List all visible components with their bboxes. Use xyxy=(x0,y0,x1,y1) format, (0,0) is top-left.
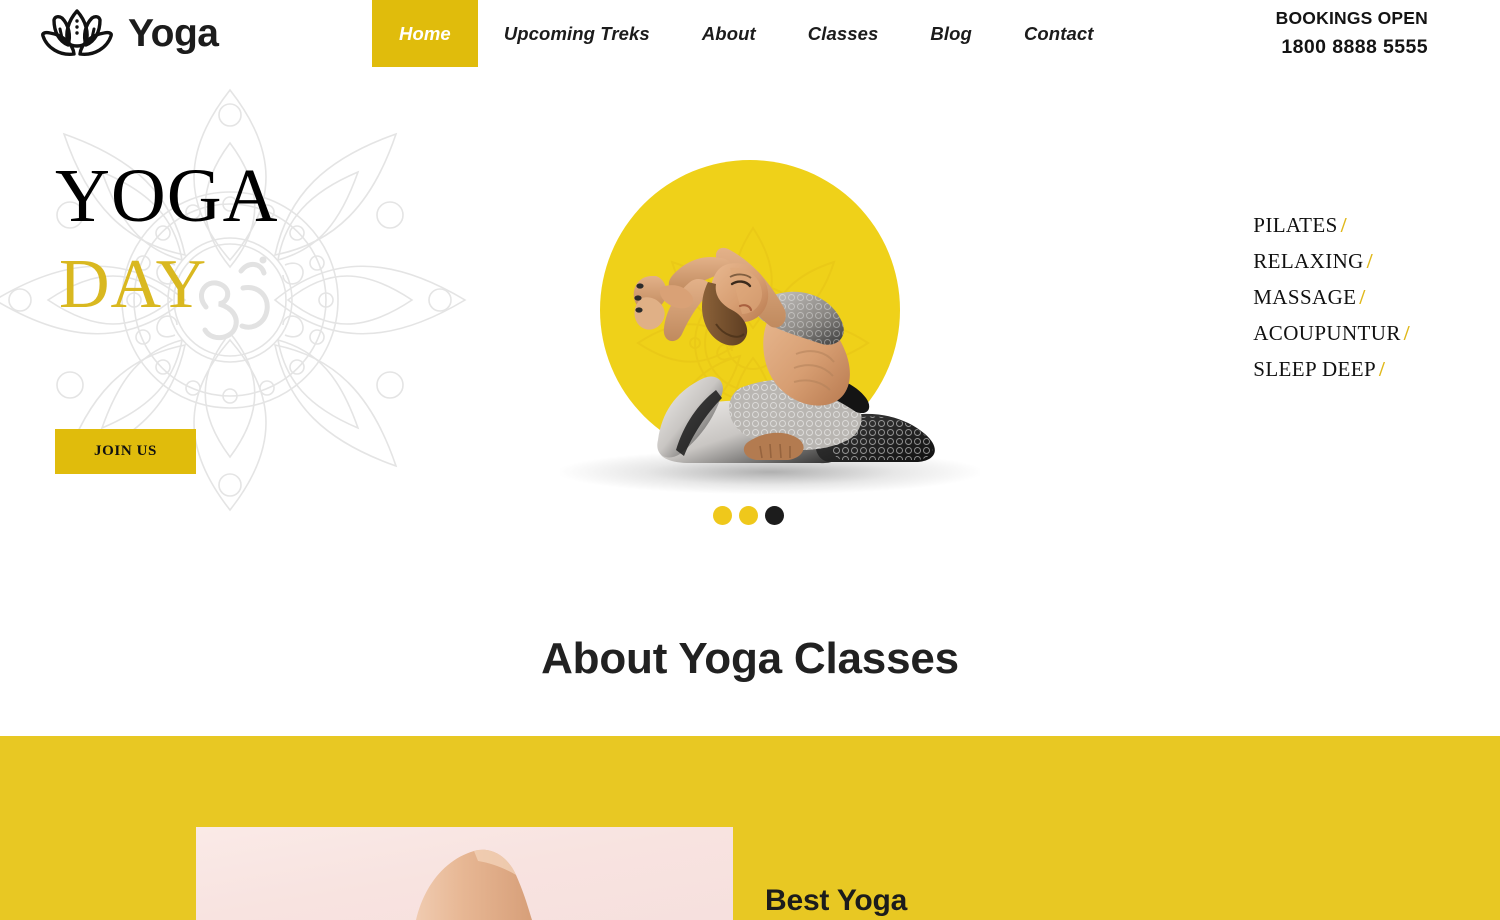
best-yoga-image-card xyxy=(196,827,733,920)
service-label: RELAXING xyxy=(1253,249,1364,273)
service-label: PILATES xyxy=(1253,213,1338,237)
site-header: Yoga Home Upcoming Treks About Classes B… xyxy=(0,0,1500,68)
lotus-icon xyxy=(41,9,113,56)
nav-item-blog[interactable]: Blog xyxy=(904,0,998,67)
carousel-dot-2[interactable] xyxy=(739,506,758,525)
nav-item-contact[interactable]: Contact xyxy=(998,0,1120,67)
service-separator: / xyxy=(1340,213,1347,237)
yoga-pose-illustration xyxy=(633,247,935,464)
page-root: Yoga Home Upcoming Treks About Classes B… xyxy=(0,0,1500,920)
service-separator: / xyxy=(1359,285,1366,309)
hero-figure xyxy=(540,150,1000,510)
carousel-dots xyxy=(713,506,784,525)
bookings-info: BOOKINGS OPEN 1800 8888 5555 xyxy=(1276,6,1428,62)
service-label: ACOUPUNTUR xyxy=(1253,321,1401,345)
hero-text-block: YOGA DAY JOIN US xyxy=(55,154,279,474)
logo[interactable]: Yoga xyxy=(38,6,219,61)
service-separator: / xyxy=(1379,357,1386,381)
service-item-relaxing[interactable]: RELAXING / xyxy=(1253,249,1410,274)
bookings-label: BOOKINGS OPEN xyxy=(1275,8,1428,28)
service-separator: / xyxy=(1366,249,1374,273)
yoga-leg-photo xyxy=(196,827,733,920)
services-list: PILATES / RELAXING / MASSAGE / ACOUPUNTUR / … xyxy=(1253,213,1410,393)
carousel-dot-3[interactable] xyxy=(765,506,784,525)
nav-item-home[interactable]: Home xyxy=(372,0,478,67)
service-item-massage[interactable]: MASSAGE / xyxy=(1253,285,1410,310)
nav-item-about[interactable]: About xyxy=(676,0,782,67)
nav-item-upcoming-treks[interactable]: Upcoming Treks xyxy=(478,0,676,67)
service-label: MASSAGE xyxy=(1253,285,1357,309)
best-yoga-title: Best Yoga xyxy=(765,884,908,917)
service-label: SLEEP DEEP xyxy=(1253,357,1377,381)
hero-title: YOGA xyxy=(55,154,279,238)
carousel-dot-1[interactable] xyxy=(713,506,732,525)
bookings-phone[interactable]: 1800 8888 5555 xyxy=(1276,34,1428,62)
service-item-acoupuntur[interactable]: ACOUPUNTUR / xyxy=(1253,321,1410,346)
hero-subtitle: DAY xyxy=(59,246,208,324)
nav-item-classes[interactable]: Classes xyxy=(782,0,905,67)
about-section-heading: About Yoga Classes xyxy=(541,634,959,683)
join-us-button[interactable]: JOIN US xyxy=(55,429,196,474)
main-nav: Home Upcoming Treks About Classes Blog C… xyxy=(372,0,1120,67)
service-item-sleep-deep[interactable]: SLEEP DEEP / xyxy=(1253,357,1410,382)
service-separator: / xyxy=(1403,321,1410,345)
logo-text: Yoga xyxy=(128,12,219,55)
service-item-pilates[interactable]: PILATES / xyxy=(1253,213,1410,238)
